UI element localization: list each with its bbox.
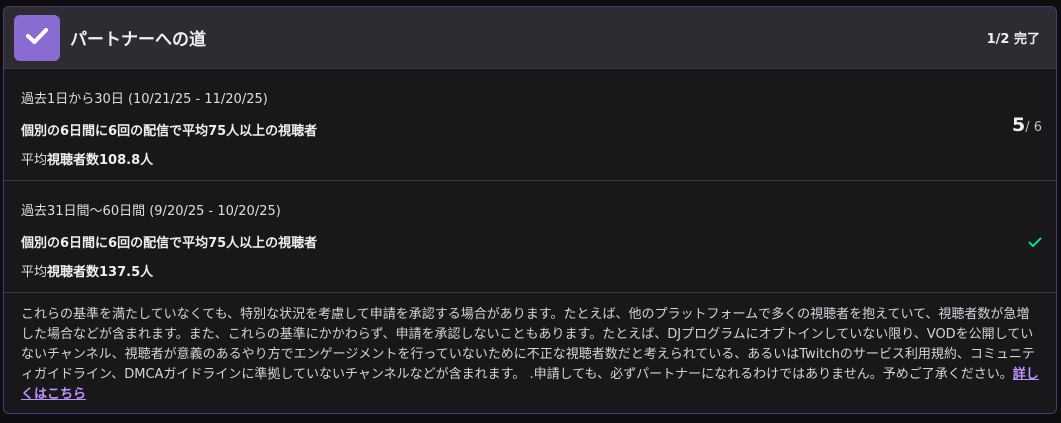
card-header: パートナーへの道 1/2 完了	[4, 7, 1056, 69]
eligibility-note: これらの基準を満たしていなくても、特別な状況を考慮して申請を承認する場合がありま…	[21, 305, 1041, 405]
period-label: 過去1日から30日 (10/21/25 - 11/20/25)	[21, 92, 268, 107]
requirement-section-previous: 過去31日間〜60日間 (9/20/25 - 10/20/25) 個別の6日間に…	[4, 181, 1056, 293]
average-value: 視聴者数108.8人	[47, 153, 154, 168]
period-label: 過去31日間〜60日間 (9/20/25 - 10/20/25)	[21, 204, 281, 219]
requirement-text: 個別の6日間に6回の配信で平均75人以上の視聴者	[21, 236, 318, 251]
average-prefix: 平均	[21, 153, 48, 168]
page-title: パートナーへの道	[70, 30, 206, 50]
stream-count: 5/ 6	[1012, 114, 1042, 136]
checkmark-icon	[1028, 233, 1042, 252]
stream-count-current: 5	[1011, 114, 1026, 136]
requirement-section-recent: 過去1日から30日 (10/21/25 - 11/20/25) 個別の6日間に6…	[4, 69, 1056, 181]
achievement-badge	[14, 14, 60, 61]
note-text: これらの基準を満たしていなくても、特別な状況を考慮して申請を承認する場合がありま…	[21, 307, 1035, 382]
checkmark-icon	[26, 27, 48, 49]
average-viewers: 平均視聴者数137.5人	[21, 261, 153, 280]
stream-count-total: / 6	[1025, 120, 1042, 135]
completion-status: 1/2 完了	[986, 32, 1040, 47]
average-viewers: 平均視聴者数108.8人	[21, 149, 153, 168]
requirement-text: 個別の6日間に6回の配信で平均75人以上の視聴者	[21, 124, 318, 139]
partner-path-card: パートナーへの道 1/2 完了 過去1日から30日 (10/21/25 - 11…	[3, 6, 1057, 414]
average-value: 視聴者数137.5人	[47, 265, 154, 280]
average-prefix: 平均	[21, 265, 48, 280]
